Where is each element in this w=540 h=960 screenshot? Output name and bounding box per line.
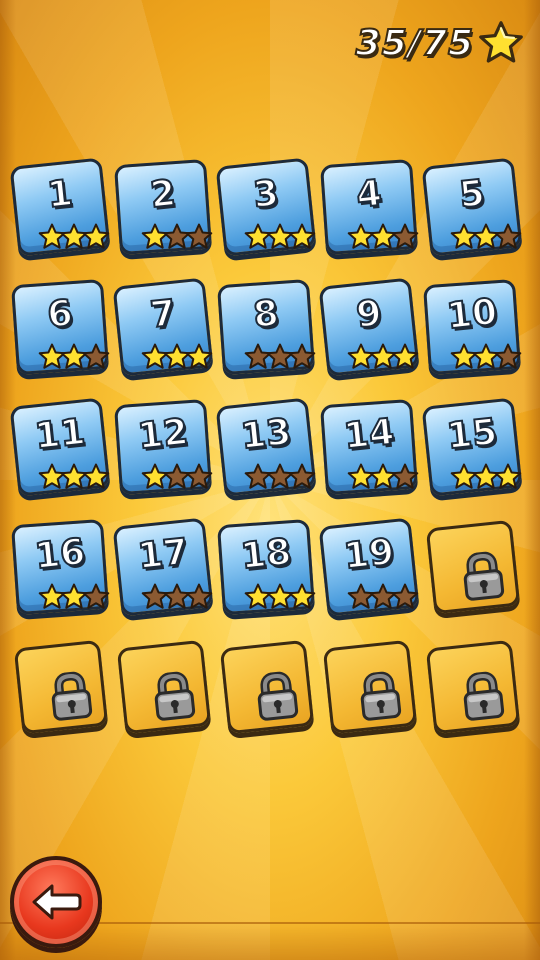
padlock-icon — [463, 551, 505, 601]
gold-star-icon — [479, 21, 523, 63]
level-tile-18[interactable]: 18 — [216, 518, 316, 616]
locked-tile-card — [322, 639, 418, 735]
locked-tile-card — [219, 639, 315, 735]
level-tile-6[interactable]: 6 — [10, 278, 110, 376]
level-tile-15[interactable]: 15 — [421, 397, 523, 497]
filled-star-icon — [82, 463, 110, 489]
filled-star-icon — [494, 463, 522, 489]
padlock-icon — [463, 671, 505, 721]
level-star-rating — [450, 222, 522, 252]
level-tile-3[interactable]: 3 — [215, 157, 317, 257]
filled-star-icon — [288, 583, 316, 609]
level-star-rating — [141, 342, 213, 372]
filled-star-icon — [185, 343, 213, 369]
level-tile-7[interactable]: 7 — [112, 277, 214, 377]
level-tile-12[interactable]: 12 — [113, 398, 213, 496]
empty-star-icon — [391, 463, 419, 489]
locked-tile-card — [425, 639, 521, 735]
empty-star-icon — [82, 343, 110, 369]
locked-tile-card — [425, 519, 521, 615]
level-tile-9[interactable]: 9 — [318, 277, 420, 377]
filled-star-icon — [82, 223, 110, 249]
level-star-rating — [141, 582, 213, 612]
level-tile-14[interactable]: 14 — [319, 398, 419, 496]
level-tile-4[interactable]: 4 — [319, 158, 419, 256]
locked-level-tile[interactable] — [12, 638, 109, 736]
level-star-rating — [244, 222, 316, 252]
level-star-rating — [244, 582, 316, 612]
level-star-rating — [38, 462, 110, 492]
level-tile-11[interactable]: 11 — [9, 397, 111, 497]
empty-star-icon — [82, 583, 110, 609]
locked-level-tile[interactable] — [424, 638, 521, 736]
level-tile-16[interactable]: 16 — [10, 518, 110, 616]
level-tile-5[interactable]: 5 — [421, 157, 523, 257]
level-star-rating — [141, 462, 213, 492]
filled-star-icon — [391, 343, 419, 369]
back-button[interactable] — [10, 856, 102, 948]
level-star-rating — [38, 222, 110, 252]
star-count-text: 35/75 — [355, 22, 474, 65]
padlock-icon — [154, 671, 196, 721]
level-tile-17[interactable]: 17 — [112, 517, 214, 617]
level-star-rating — [347, 342, 419, 372]
empty-star-icon — [185, 463, 213, 489]
empty-star-icon — [288, 343, 316, 369]
level-star-rating — [38, 582, 110, 612]
level-tile-1[interactable]: 1 — [9, 157, 111, 257]
padlock-icon — [257, 671, 299, 721]
empty-star-icon — [288, 463, 316, 489]
level-tile-2[interactable]: 2 — [113, 158, 213, 256]
back-arrow-icon — [32, 884, 82, 920]
empty-star-icon — [185, 583, 213, 609]
star-counter: 35/75 — [355, 18, 524, 68]
level-star-rating — [347, 582, 419, 612]
level-star-rating — [450, 342, 522, 372]
locked-level-tile[interactable] — [424, 518, 521, 616]
locked-level-tile[interactable] — [218, 638, 315, 736]
locked-level-tile[interactable] — [115, 638, 212, 736]
padlock-icon — [51, 671, 93, 721]
level-star-rating — [347, 222, 419, 252]
level-tile-8[interactable]: 8 — [216, 278, 316, 376]
level-star-rating — [141, 222, 213, 252]
empty-star-icon — [494, 223, 522, 249]
level-star-rating — [450, 462, 522, 492]
padlock-icon — [360, 671, 402, 721]
filled-star-icon — [288, 223, 316, 249]
empty-star-icon — [494, 343, 522, 369]
locked-level-tile[interactable] — [321, 638, 418, 736]
empty-star-icon — [185, 223, 213, 249]
level-tile-10[interactable]: 10 — [422, 278, 522, 376]
level-star-rating — [347, 462, 419, 492]
level-tile-13[interactable]: 13 — [215, 397, 317, 497]
level-tile-19[interactable]: 19 — [318, 517, 420, 617]
locked-tile-card — [13, 639, 109, 735]
locked-tile-card — [116, 639, 212, 735]
level-grid: 1 2 3 4 5 6 7 8 9 10 11 12 13 14 15 16 17 18 19 — [9, 157, 528, 736]
level-star-rating — [38, 342, 110, 372]
level-star-rating — [244, 462, 316, 492]
level-star-rating — [244, 342, 316, 372]
empty-star-icon — [391, 583, 419, 609]
empty-star-icon — [391, 223, 419, 249]
